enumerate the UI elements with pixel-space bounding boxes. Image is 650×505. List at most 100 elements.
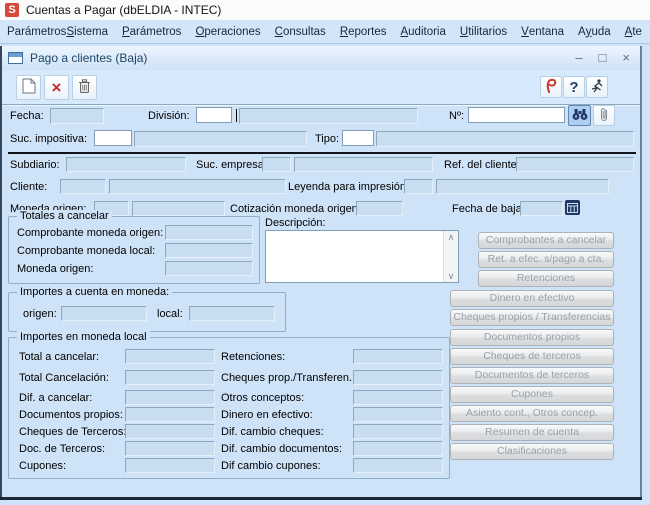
action-button-clasificaciones[interactable]: Clasificaciones: [450, 443, 614, 460]
leyenda-desc-field: [436, 179, 609, 194]
search-button[interactable]: [568, 105, 591, 126]
suc-impositiva-input[interactable]: [94, 130, 132, 146]
menu-key: S: [66, 26, 74, 38]
menu-key: C: [275, 26, 283, 38]
action-button-retenciones[interactable]: Retenciones: [478, 270, 614, 287]
cheques-prop-transferen-label: Cheques prop./Transferen.:: [221, 372, 355, 384]
trash-icon: [78, 79, 91, 97]
subdiario-label: Subdiario:: [10, 159, 60, 171]
descripcion-textarea[interactable]: ∧ ∨: [265, 230, 459, 283]
documentos-propios-field: [125, 407, 215, 422]
action-button-documentos-propios[interactable]: Documentos propios: [450, 329, 614, 346]
menu-item-atencion[interactable]: Ate: [618, 20, 649, 43]
menu-label: uditoria: [408, 26, 446, 38]
child-titlebar: Pago a clientes (Baja) – □ ×: [2, 46, 640, 71]
window-controls: – □ ×: [575, 46, 630, 70]
descripcion-scrollbar[interactable]: ∧ ∨: [443, 231, 458, 282]
cliente-label: Cliente:: [10, 181, 47, 193]
child-window-title: Pago a clientes (Baja): [30, 51, 147, 65]
menu-item-ventana[interactable]: Ventana: [514, 20, 571, 43]
close-icon[interactable]: ×: [622, 46, 630, 70]
binoculars-icon: [572, 108, 588, 124]
cheques-prop-transferen-field: [353, 370, 443, 385]
suc-impositiva-label: Suc. impositiva:: [10, 133, 87, 145]
totales-group-title: Totales a cancelar: [17, 210, 112, 222]
scroll-down-icon[interactable]: ∨: [444, 270, 458, 282]
comprobante-local-field: [165, 243, 253, 258]
delete-x-icon: ×: [52, 79, 62, 96]
cheques-de-terceros-field: [125, 424, 215, 439]
cupones-label: Cupones:: [19, 460, 66, 472]
suc-empresa-code-field: [262, 157, 291, 172]
menu-item-ayuda[interactable]: Ayuda: [571, 20, 618, 43]
delete-record-button[interactable]: [72, 75, 97, 100]
menu-label: eportes: [348, 26, 386, 38]
dif-cambio-cheques-label: Dif. cambio cheques:: [221, 426, 324, 438]
total-cancelacion-label: Total Cancelación:: [19, 372, 109, 384]
leyenda-label: Leyenda para impresión:: [288, 181, 409, 193]
app-title: Cuentas a Pagar (dbELDIA - INTEC): [26, 3, 221, 17]
ref-cliente-label: Ref. del cliente:: [444, 159, 520, 171]
action-button-comprobantes-a-cancelar[interactable]: Comprobantes a cancelar: [478, 232, 614, 249]
menu-label: tilitarios: [468, 26, 507, 38]
cotizacion-label: Cotización moneda origen:: [230, 203, 361, 215]
menu-item-parametros-sistema[interactable]: Parámetros Sistema: [0, 20, 115, 43]
action-button-resumen-de-cuenta[interactable]: Resumen de cuenta: [450, 424, 614, 441]
maximize-icon[interactable]: □: [599, 46, 607, 70]
division-code-input[interactable]: [196, 107, 232, 123]
menu-label: A: [578, 26, 586, 38]
retenciones-label: Retenciones:: [221, 351, 285, 363]
action-button-ret-a-efec-s-pago-a-cta[interactable]: Ret. a efec. s/pago a cta.: [478, 251, 614, 268]
action-button-asiento-cont-otros-concep[interactable]: Asiento cont., Otros concep.: [450, 405, 614, 422]
total-a-cancelar-label: Total a cancelar:: [19, 351, 99, 363]
new-record-button[interactable]: [16, 75, 41, 100]
menu-item-consultas[interactable]: Consultas: [268, 20, 333, 43]
importes-cuenta-group-title: Importes a cuenta en moneda:: [17, 286, 172, 298]
cupones-field: [125, 458, 215, 473]
menu-label: istema: [74, 26, 108, 38]
menu-key: R: [340, 26, 348, 38]
otros-conceptos-field: [353, 390, 443, 405]
action-button-dinero-en-efectivo[interactable]: Dinero en efectivo: [450, 290, 614, 307]
totales-group: Totales a cancelar Comprobante moneda or…: [8, 216, 260, 284]
numero-input[interactable]: [468, 107, 565, 123]
tipo-input[interactable]: [342, 130, 374, 146]
menu-key: O: [195, 26, 204, 38]
origen-label: origen:: [23, 308, 57, 320]
menu-key: A: [400, 26, 408, 38]
menu-item-auditoria[interactable]: Auditoria: [393, 20, 452, 43]
action-button-cheques-propios-transferencias[interactable]: Cheques propios / Transferencias: [450, 309, 614, 326]
form-separator: [8, 152, 636, 154]
menu-item-operaciones[interactable]: Operaciones: [188, 20, 267, 43]
local-label: local:: [157, 308, 183, 320]
new-document-icon: [22, 78, 36, 97]
menu-key: U: [460, 26, 468, 38]
comprobante-local-label: Comprobante moneda local:: [17, 245, 155, 257]
moneda-origen-desc-field: [132, 201, 225, 216]
minimize-icon[interactable]: –: [575, 46, 582, 70]
signature-tool-button[interactable]: [540, 76, 562, 98]
calendar-icon[interactable]: [565, 200, 580, 215]
exit-button[interactable]: [586, 76, 608, 98]
numero-label: Nº:: [449, 110, 464, 122]
help-button[interactable]: ?: [563, 76, 585, 98]
dinero-en-efectivo-field: [353, 407, 443, 422]
child-window: Pago a clientes (Baja) – □ × ×: [2, 46, 640, 497]
action-button-cheques-de-terceros[interactable]: Cheques de terceros: [450, 348, 614, 365]
moneda-origen-total-label: Moneda origen:: [17, 263, 93, 275]
action-button-cupones[interactable]: Cupones: [450, 386, 614, 403]
comprobante-origen-field: [165, 225, 253, 240]
menu-item-utilitarios[interactable]: Utilitarios: [453, 20, 514, 43]
menubar: Parámetros Sistema Parámetros Operacione…: [0, 20, 650, 44]
subdiario-field: [66, 157, 186, 172]
paperclip-icon: [600, 107, 608, 125]
action-button-documentos-de-terceros[interactable]: Documentos de terceros: [450, 367, 614, 384]
attachment-button[interactable]: [593, 105, 615, 126]
cancel-record-button[interactable]: ×: [44, 75, 69, 100]
app-titlebar: S Cuentas a Pagar (dbELDIA - INTEC): [0, 0, 650, 21]
scroll-up-icon[interactable]: ∧: [444, 231, 458, 243]
importes-local-group: Importes en moneda local Total a cancela…: [8, 337, 450, 479]
menu-item-parametros[interactable]: Parámetros: [115, 20, 188, 43]
dif-cambio-cupones-field: [353, 458, 443, 473]
menu-item-reportes[interactable]: Reportes: [333, 20, 394, 43]
